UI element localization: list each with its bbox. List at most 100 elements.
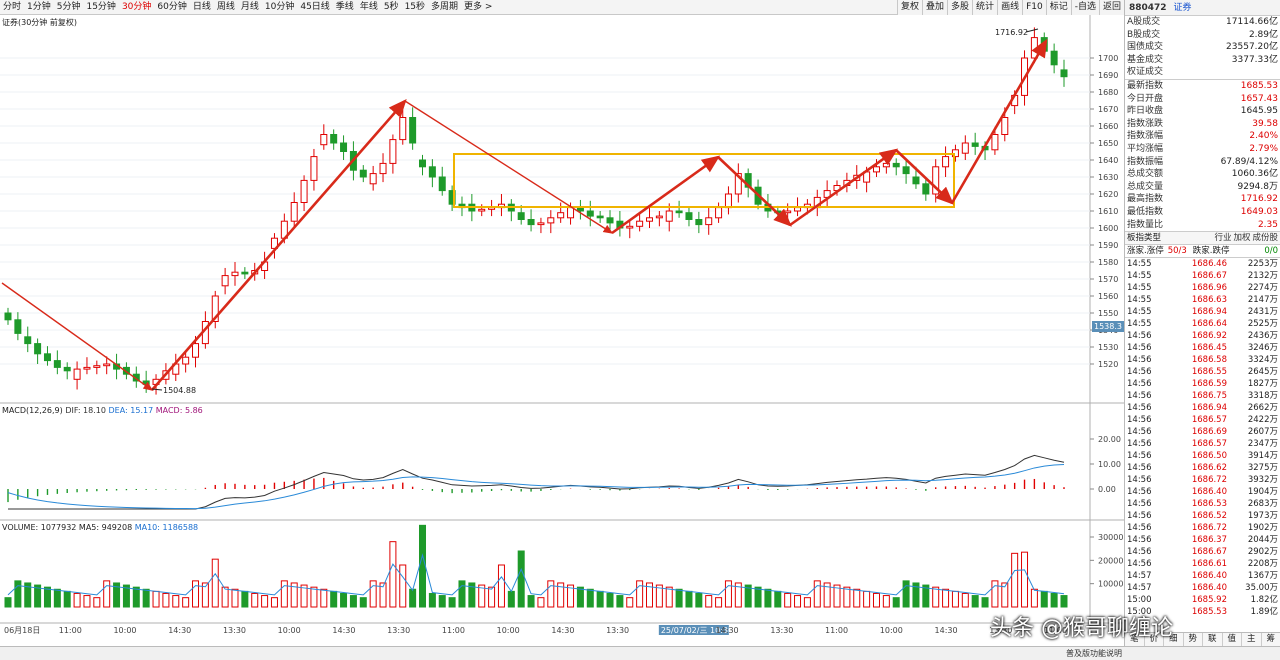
status-footer[interactable]: 普及版功能说明 <box>0 646 1280 660</box>
period-3[interactable]: 15分钟 <box>83 0 118 15</box>
volume-bar <box>853 588 861 608</box>
volume-bar <box>813 580 821 608</box>
price-axis-label: 1680 <box>1098 88 1118 97</box>
tick-volume: 2044万 <box>1247 535 1278 546</box>
period-13[interactable]: 5秒 <box>381 0 402 15</box>
tick-time: 14:56 <box>1127 511 1152 522</box>
period-12[interactable]: 年线 <box>357 0 381 15</box>
panel-tab-0[interactable]: 笔 <box>1125 633 1145 646</box>
tick-price: 1686.55 <box>1191 367 1227 378</box>
volume-bar <box>1060 595 1068 608</box>
period-6[interactable]: 日线 <box>190 0 214 15</box>
tick-time: 14:57 <box>1127 571 1152 582</box>
period-0[interactable]: 分时 <box>0 0 24 15</box>
panel-tab-2[interactable]: 细 <box>1164 633 1184 646</box>
volume-bar <box>399 564 407 608</box>
panel-tab-6[interactable]: 主 <box>1242 633 1262 646</box>
tick-list[interactable]: 14:55 1686.46 2253万 14:55 1686.67 2132万 14:55 1… <box>1125 258 1280 618</box>
panel-tab-1[interactable]: 价 <box>1145 633 1164 646</box>
volume-bar <box>182 597 190 608</box>
volume-bar <box>241 590 249 608</box>
tick-row: 14:56 1686.69 2607万 <box>1125 426 1280 438</box>
tick-volume: 2347万 <box>1247 439 1278 450</box>
kline-chart-area[interactable]: 1700 1690 1680 1670 1660 1650 1640 1630 1620 1610… <box>0 15 1124 660</box>
volume-bar <box>794 595 802 608</box>
toolbar-button-7[interactable]: -自选 <box>1070 0 1099 15</box>
stat-row: A股成交 17114.66亿 <box>1125 16 1280 29</box>
quote-header: 880472 证券 <box>1125 0 1280 16</box>
candle-body <box>4 312 12 321</box>
period-9[interactable]: 10分钟 <box>262 0 297 15</box>
panel-tab-3[interactable]: 势 <box>1184 633 1203 646</box>
candle-body <box>882 162 890 168</box>
tick-row: 14:56 1686.62 3275万 <box>1125 462 1280 474</box>
period-2[interactable]: 5分钟 <box>54 0 84 15</box>
volume-bar <box>488 586 496 608</box>
toolbar-button-6[interactable]: 标记 <box>1045 0 1071 15</box>
tick-volume: 2253万 <box>1247 259 1278 270</box>
toolbar-button-3[interactable]: 统计 <box>972 0 998 15</box>
current-price-tag: 1538.3 <box>1092 321 1124 332</box>
volume-bar <box>507 590 515 608</box>
volume-bar <box>53 588 61 608</box>
volume-bar <box>458 580 466 608</box>
tick-volume: 1973万 <box>1247 511 1278 522</box>
panel-tab-4[interactable]: 联 <box>1203 633 1223 646</box>
panel-tab-5[interactable]: 值 <box>1223 633 1242 646</box>
stat-row: 基金成交 3377.33亿 <box>1125 54 1280 67</box>
volume-bar <box>43 586 51 608</box>
period-15[interactable]: 多周期 <box>428 0 461 15</box>
tick-row: 14:56 1686.61 2208万 <box>1125 558 1280 570</box>
toolbar-button-4[interactable]: 画线 <box>997 0 1023 15</box>
sector-link-1[interactable]: 加权 <box>1233 233 1250 243</box>
tick-time: 14:56 <box>1127 523 1152 534</box>
toolbar-button-5[interactable]: F10 <box>1022 0 1046 15</box>
stat-label: 国债成交 <box>1127 42 1164 53</box>
index-name[interactable]: 证券 <box>1173 3 1191 13</box>
volume-bar <box>103 580 111 608</box>
toolbar-button-8[interactable]: 返回 <box>1098 0 1124 15</box>
volume-bar <box>349 595 357 608</box>
volume-bar <box>251 592 259 608</box>
candle-body <box>103 363 111 367</box>
period-10[interactable]: 45日线 <box>297 0 332 15</box>
volume-bar <box>724 580 732 608</box>
candle-body <box>912 176 920 185</box>
stat-label: 指数涨幅 <box>1127 131 1164 142</box>
candle-body <box>606 217 614 224</box>
panel-tab-7[interactable]: 筹 <box>1262 633 1280 646</box>
candle-body <box>389 139 397 164</box>
tick-volume: 1.89亿 <box>1250 607 1278 618</box>
sector-link-2[interactable]: 成份股 <box>1252 233 1278 243</box>
time-axis-label: 10:00 <box>278 626 301 635</box>
period-11[interactable]: 季线 <box>333 0 357 15</box>
candle-body <box>685 212 693 220</box>
period-8[interactable]: 月线 <box>238 0 262 15</box>
candle-body <box>478 208 486 212</box>
period-16[interactable]: 更多 > <box>461 0 495 15</box>
advance-decline-row: 涨家.涨停 50/3 跌家.跌停 0/0 <box>1125 245 1280 259</box>
time-axis-label: 14:30 <box>332 626 355 635</box>
stat-value: 23557.20亿 <box>1226 42 1278 53</box>
time-axis-label: 13:30 <box>606 626 629 635</box>
toolbar-button-2[interactable]: 多股 <box>947 0 973 15</box>
time-axis-label: 10:00 <box>880 626 903 635</box>
price-axis-label: 1670 <box>1098 105 1118 114</box>
macd-axis-label: 10.00 <box>1098 460 1121 469</box>
period-7[interactable]: 周线 <box>214 0 238 15</box>
toolbar-button-0[interactable]: 复权 <box>897 0 923 15</box>
period-1[interactable]: 1分钟 <box>24 0 54 15</box>
trend-arrow <box>950 38 1048 204</box>
period-14[interactable]: 15秒 <box>402 0 428 15</box>
volume-bar <box>261 595 269 608</box>
period-5[interactable]: 60分钟 <box>154 0 189 15</box>
time-axis-label: 13:30 <box>770 626 793 635</box>
tick-time: 14:55 <box>1127 283 1152 294</box>
toolbar-button-1[interactable]: 叠加 <box>922 0 948 15</box>
tick-volume: 2147万 <box>1247 295 1278 306</box>
period-4[interactable]: 30分钟 <box>119 0 154 15</box>
sector-link-0[interactable]: 行业 <box>1214 233 1231 243</box>
time-axis-label: 10:00 <box>497 626 520 635</box>
chart-canvas[interactable]: 1700 1690 1680 1670 1660 1650 1640 1630 1620 1610… <box>0 15 1124 646</box>
candle-body <box>1060 69 1068 78</box>
